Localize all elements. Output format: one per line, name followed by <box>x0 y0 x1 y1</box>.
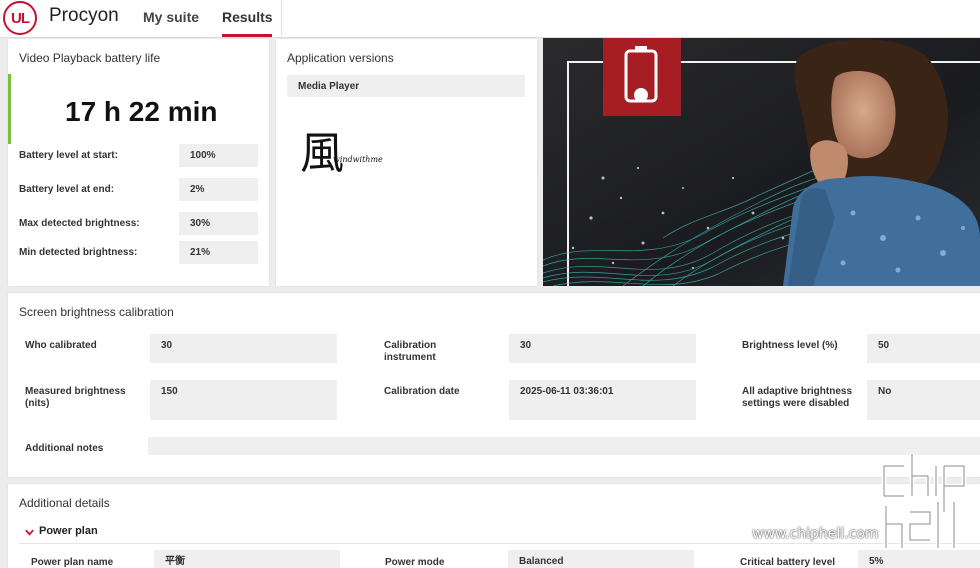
chevron-down-icon[interactable] <box>25 528 34 537</box>
app-versions-title: Application versions <box>287 51 394 65</box>
stat-label: Max detected brightness: <box>19 218 140 229</box>
battery-card-title: Video Playback battery life <box>19 51 161 65</box>
field-label: Who calibrated <box>25 340 97 351</box>
signature-watermark: 風 windwithme <box>300 128 400 188</box>
chiphell-watermark-logo <box>881 454 967 548</box>
field-value: 30 <box>150 334 337 363</box>
battery-icon <box>603 38 681 116</box>
field-value: Balanced <box>508 550 694 568</box>
signature-glyph: 風 <box>300 128 344 179</box>
additional-details-title: Additional details <box>19 496 110 510</box>
section-divider <box>19 543 980 544</box>
stat-value: 2% <box>179 178 258 201</box>
field-label: Power mode <box>385 557 445 568</box>
stat-value: 30% <box>179 212 258 235</box>
stat-label: Battery level at start: <box>19 150 118 161</box>
field-value: 2025-06-11 03:36:01 <box>509 380 696 420</box>
field-label: Power plan name <box>31 557 114 568</box>
battery-duration: 17 h 22 min <box>65 96 218 127</box>
field-label: Measured brightness (nits) <box>25 386 126 409</box>
app-version-item: Media Player <box>287 75 525 97</box>
field-value: 50 <box>867 334 980 363</box>
stat-label: Min detected brightness: <box>19 247 138 258</box>
tab-results[interactable]: Results <box>222 9 273 25</box>
active-tab-indicator <box>222 34 272 37</box>
field-label: Critical battery level <box>740 557 836 568</box>
notes-value <box>148 437 980 455</box>
stat-label: Battery level at end: <box>19 184 115 195</box>
field-value: No <box>867 380 980 420</box>
field-label: Calibration instrument <box>384 340 437 363</box>
field-label: Brightness level (%) <box>742 340 838 351</box>
watermark-text: www.chiphell.com <box>752 526 879 542</box>
nav-divider <box>281 0 282 38</box>
stat-value: 100% <box>179 144 258 167</box>
calibration-title: Screen brightness calibration <box>19 305 174 319</box>
field-value: 150 <box>150 380 337 420</box>
stat-value: 21% <box>179 241 258 264</box>
top-bar: UL Procyon My suite Results <box>0 0 980 38</box>
field-value: 平衡 <box>154 550 340 568</box>
notes-label: Additional notes <box>25 443 104 454</box>
field-label: Calibration date <box>384 386 460 397</box>
tab-my-suite[interactable]: My suite <box>143 9 199 25</box>
battery-accent-bar <box>8 74 11 144</box>
power-plan-toggle[interactable]: Power plan <box>39 525 98 537</box>
signature-text: windwithme <box>333 155 383 164</box>
ul-logo[interactable]: UL <box>3 1 37 35</box>
field-label: All adaptive brightness settings were di… <box>742 386 853 409</box>
hero-image <box>543 38 980 286</box>
field-value: 5% <box>858 550 980 568</box>
field-value: 30 <box>509 334 696 363</box>
brand-name: Procyon <box>49 5 119 26</box>
